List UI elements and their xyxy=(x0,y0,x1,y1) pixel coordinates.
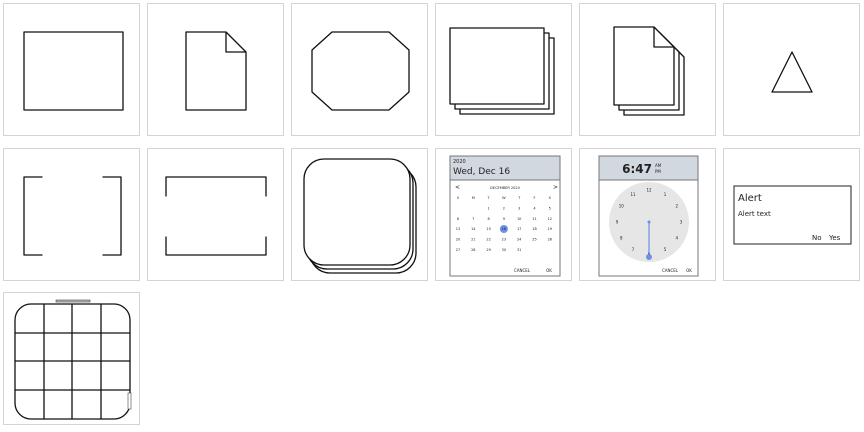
calendar-day[interactable]: 15 xyxy=(486,227,490,231)
calendar-day[interactable]: 7 xyxy=(472,217,474,221)
clock-number[interactable]: 4 xyxy=(675,236,678,241)
calendar-day[interactable]: 5 xyxy=(549,206,551,210)
time-picker-cancel[interactable]: CANCEL xyxy=(662,268,679,273)
shape-tile-bracket[interactable] xyxy=(3,148,140,281)
clock-number[interactable]: 1 xyxy=(664,192,667,197)
calendar-day[interactable]: 25 xyxy=(532,238,536,242)
time-picker-time: 6:47 xyxy=(622,162,652,176)
wide-bracket-shape-icon xyxy=(165,176,267,256)
calendar-day[interactable]: 22 xyxy=(486,238,490,242)
date-picker-cancel[interactable]: CANCEL xyxy=(514,268,531,273)
clock-number[interactable]: 10 xyxy=(619,204,625,209)
weekday-label: W xyxy=(502,196,506,200)
next-month-arrow-icon[interactable]: > xyxy=(553,184,558,191)
clock-hand-knob xyxy=(646,254,652,260)
weekday-label: F xyxy=(533,196,535,200)
time-picker-ok[interactable]: OK xyxy=(686,268,692,273)
calendar-day[interactable]: 27 xyxy=(456,248,460,252)
page-shape-icon xyxy=(185,31,247,111)
calendar-day[interactable]: 6 xyxy=(457,217,459,221)
rectangle-shape-icon xyxy=(23,31,124,111)
weekday-label: M xyxy=(472,196,475,200)
shape-tile-bracket-wide[interactable] xyxy=(147,148,284,281)
time-picker-am[interactable]: AM xyxy=(655,163,662,168)
calendar-day[interactable]: 13 xyxy=(456,227,460,231)
clock-number[interactable]: 5 xyxy=(664,247,667,252)
shape-tile-rectangle[interactable] xyxy=(3,3,140,136)
shape-tile-alert[interactable]: Alert Alert text No Yes xyxy=(723,148,860,281)
date-picker-ok[interactable]: OK xyxy=(546,268,552,273)
calendar-day[interactable]: 1 xyxy=(487,206,489,210)
calendar-day[interactable]: 12 xyxy=(548,217,552,221)
calendar-day[interactable]: 16 xyxy=(502,227,506,231)
stacked-rectangles-icon xyxy=(449,27,555,115)
alert-no-button[interactable]: No xyxy=(812,234,822,242)
calendar-day[interactable]: 20 xyxy=(456,238,460,242)
calendar-day[interactable]: 19 xyxy=(548,227,552,231)
shape-tile-triangle[interactable] xyxy=(723,3,860,136)
calendar-day[interactable]: 31 xyxy=(517,248,521,252)
alert-yes-button[interactable]: Yes xyxy=(828,234,841,242)
calendar-day[interactable]: 28 xyxy=(471,248,475,252)
calendar-day[interactable]: 2 xyxy=(503,206,505,210)
calendar-day[interactable]: 24 xyxy=(517,238,522,242)
calendar-day[interactable]: 23 xyxy=(502,238,506,242)
clock-number[interactable]: 7 xyxy=(632,247,635,252)
shape-tile-time-picker[interactable]: 6:47 AM PM 121234567891011 CANCEL OK xyxy=(579,148,716,281)
date-picker-mockup: 2020 Wed, Dec 16 < > DECEMBER 2020 SMTWT… xyxy=(449,155,561,277)
shape-tile-rounded-stack[interactable] xyxy=(291,148,428,281)
calendar-day[interactable]: 10 xyxy=(517,217,521,221)
clock-number[interactable]: 3 xyxy=(680,220,683,225)
alert-text: Alert text xyxy=(738,210,771,218)
calendar-day[interactable]: 21 xyxy=(471,238,475,242)
time-picker-pm[interactable]: PM xyxy=(655,169,661,174)
clock-number[interactable]: 11 xyxy=(630,192,636,197)
calendar-day[interactable]: 14 xyxy=(471,227,476,231)
date-picker-year: 2020 xyxy=(453,159,466,165)
bracket-shape-icon xyxy=(23,176,122,256)
alert-dialog-mockup: Alert Alert text No Yes xyxy=(733,185,852,245)
clock-number[interactable]: 9 xyxy=(616,220,619,225)
shape-tile-stack-pages[interactable] xyxy=(579,3,716,136)
prev-month-arrow-icon[interactable]: < xyxy=(455,184,460,191)
calendar-day[interactable]: 8 xyxy=(487,217,489,221)
grid-table-icon xyxy=(14,299,132,420)
calendar-day[interactable]: 3 xyxy=(518,206,520,210)
shape-tile-stack-rectangles[interactable] xyxy=(435,3,572,136)
date-picker-date: Wed, Dec 16 xyxy=(453,167,510,177)
shape-tile-octagon[interactable] xyxy=(291,3,428,136)
time-picker-mockup: 6:47 AM PM 121234567891011 CANCEL OK xyxy=(598,155,699,277)
clock-number[interactable]: 12 xyxy=(646,188,652,193)
clock-number[interactable]: 2 xyxy=(675,204,678,209)
shape-tile-date-picker[interactable]: 2020 Wed, Dec 16 < > DECEMBER 2020 SMTWT… xyxy=(435,148,572,281)
calendar-day[interactable]: 17 xyxy=(517,227,521,231)
calendar-day[interactable]: 11 xyxy=(532,217,536,221)
triangle-shape-icon xyxy=(771,51,813,93)
calendar-day[interactable]: 9 xyxy=(503,217,505,221)
rounded-stack-icon xyxy=(303,158,417,274)
date-picker-month: DECEMBER 2020 xyxy=(490,186,520,190)
stacked-pages-icon xyxy=(613,26,685,116)
alert-title: Alert xyxy=(738,193,762,204)
calendar-day[interactable]: 26 xyxy=(548,238,552,242)
shape-tile-grid-table[interactable] xyxy=(3,292,140,425)
shape-tile-page[interactable] xyxy=(147,3,284,136)
calendar-day[interactable]: 29 xyxy=(486,248,490,252)
calendar-day[interactable]: 18 xyxy=(532,227,536,231)
octagon-shape-icon xyxy=(311,31,410,111)
calendar-day[interactable]: 30 xyxy=(502,248,506,252)
